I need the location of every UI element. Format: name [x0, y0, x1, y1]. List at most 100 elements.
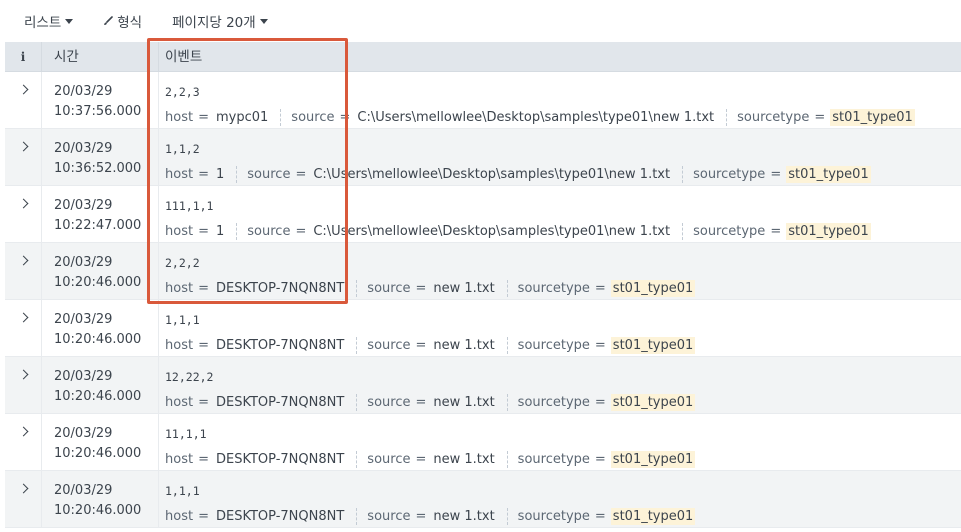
event-fields: host = DESKTOP-7NQN8NT source = new 1.tx…	[165, 278, 961, 298]
field-equals: =	[198, 166, 209, 182]
event-fields: host = DESKTOP-7NQN8NT source = new 1.tx…	[165, 335, 961, 355]
field-equals: =	[594, 508, 606, 524]
sourcetype-field: sourcetype = st01_type01	[506, 336, 696, 354]
time-column-header[interactable]: 시간	[41, 41, 158, 72]
source-value[interactable]: new 1.txt	[431, 337, 496, 354]
sourcetype-field: sourcetype = st01_type01	[726, 108, 915, 126]
chevron-right-icon[interactable]	[18, 84, 28, 95]
list-view-dropdown[interactable]: 리스트	[24, 11, 74, 31]
field-key: source	[291, 109, 335, 125]
event-time: 10:20:46.000	[54, 332, 142, 347]
source-value[interactable]: new 1.txt	[431, 280, 496, 297]
event-cell: 1,1,1 host = DESKTOP-7NQN8NT source = ne…	[158, 300, 961, 356]
chevron-right-icon[interactable]	[18, 198, 28, 209]
per-page-dropdown[interactable]: 페이지당 20개	[172, 11, 268, 31]
raw-event-text[interactable]: 2,2,2	[165, 254, 961, 272]
time-cell: 20/03/29 10:22:47.000	[41, 186, 158, 242]
raw-event-text[interactable]: 11,1,1	[165, 425, 961, 443]
list-view-label: 리스트	[24, 15, 62, 31]
field-equals: =	[415, 337, 427, 353]
event-date: 20/03/29	[54, 141, 113, 156]
field-equals: =	[594, 280, 606, 296]
raw-event-text[interactable]: 1,1,1	[165, 311, 961, 329]
field-equals: =	[594, 451, 606, 467]
host-value[interactable]: DESKTOP-7NQN8NT	[214, 337, 346, 354]
sourcetype-value[interactable]: st01_type01	[786, 165, 871, 183]
chevron-right-icon[interactable]	[18, 369, 28, 380]
host-value[interactable]: mypc01	[214, 109, 270, 126]
field-equals: =	[415, 508, 427, 524]
sourcetype-value[interactable]: st01_type01	[610, 279, 696, 297]
source-field: source = C:\Users\mellowlee\Desktop\samp…	[236, 165, 672, 183]
field-equals: =	[814, 109, 826, 125]
event-time: 10:22:47.000	[54, 218, 142, 233]
field-equals: =	[770, 166, 782, 182]
field-key: host	[165, 223, 194, 239]
per-page-label: 페이지당 20개	[172, 15, 256, 31]
host-value[interactable]: DESKTOP-7NQN8NT	[214, 280, 346, 297]
table-header: i 시간 이벤트	[5, 41, 961, 72]
host-value[interactable]: DESKTOP-7NQN8NT	[214, 508, 346, 525]
row-expand-cell	[5, 186, 41, 242]
raw-event-text[interactable]: 1,1,2	[165, 140, 961, 158]
time-cell: 20/03/29 10:20:46.000	[41, 414, 158, 470]
caret-down-icon	[65, 19, 74, 24]
host-value[interactable]: 1	[214, 223, 226, 240]
field-key: sourcetype	[517, 280, 590, 296]
raw-event-text[interactable]: 111,1,1	[165, 197, 961, 215]
raw-event-text[interactable]: 1,1,1	[165, 482, 961, 500]
field-equals: =	[198, 223, 209, 239]
event-date: 20/03/29	[54, 426, 113, 441]
sourcetype-value[interactable]: st01_type01	[830, 108, 915, 126]
raw-event-text[interactable]: 2,2,3	[165, 83, 961, 101]
table-row: 20/03/29 10:36:52.000 1,1,2 host = 1 sou…	[5, 129, 961, 186]
source-field: source = new 1.txt	[356, 507, 496, 525]
format-button[interactable]: 형식	[103, 11, 142, 31]
source-value[interactable]: C:\Users\mellowlee\Desktop\samples\type0…	[311, 166, 672, 183]
sourcetype-value[interactable]: st01_type01	[610, 393, 696, 411]
source-value[interactable]: C:\Users\mellowlee\Desktop\samples\type0…	[355, 109, 716, 126]
event-fields: host = mypc01 source = C:\Users\mellowle…	[165, 107, 961, 127]
chevron-right-icon[interactable]	[18, 141, 28, 152]
table-row: 20/03/29 10:20:46.000 11,1,1 host = DESK…	[5, 414, 961, 471]
field-equals: =	[295, 223, 307, 239]
event-fields: host = DESKTOP-7NQN8NT source = new 1.tx…	[165, 449, 961, 469]
time-cell: 20/03/29 10:37:56.000	[41, 72, 158, 128]
sourcetype-value[interactable]: st01_type01	[786, 222, 871, 240]
event-date: 20/03/29	[54, 84, 113, 99]
host-value[interactable]: DESKTOP-7NQN8NT	[214, 451, 346, 468]
field-equals: =	[198, 394, 209, 410]
field-equals: =	[415, 451, 427, 467]
sourcetype-field: sourcetype = st01_type01	[506, 507, 696, 525]
field-equals: =	[295, 166, 307, 182]
source-value[interactable]: new 1.txt	[431, 394, 496, 411]
sourcetype-value[interactable]: st01_type01	[610, 450, 696, 468]
table-row: 20/03/29 10:37:56.000 2,2,3 host = mypc0…	[5, 72, 961, 129]
event-cell: 1,1,1 host = DESKTOP-7NQN8NT source = ne…	[158, 471, 961, 527]
chevron-right-icon[interactable]	[18, 483, 28, 494]
chevron-right-icon[interactable]	[18, 426, 28, 437]
source-value[interactable]: new 1.txt	[431, 508, 496, 525]
field-key: host	[165, 337, 194, 353]
source-value[interactable]: new 1.txt	[431, 451, 496, 468]
chevron-right-icon[interactable]	[18, 255, 28, 266]
raw-event-text[interactable]: 12,22,2	[165, 368, 961, 386]
table-row: 20/03/29 10:20:46.000 2,2,2 host = DESKT…	[5, 243, 961, 300]
event-fields: host = 1 source = C:\Users\mellowlee\Des…	[165, 221, 961, 241]
caret-down-icon	[259, 19, 268, 24]
event-time: 10:20:46.000	[54, 389, 142, 404]
source-value[interactable]: C:\Users\mellowlee\Desktop\samples\type0…	[311, 223, 672, 240]
sourcetype-value[interactable]: st01_type01	[610, 507, 696, 525]
host-field: host = mypc01	[165, 109, 270, 126]
sourcetype-field: sourcetype = st01_type01	[506, 279, 696, 297]
host-value[interactable]: 1	[214, 166, 226, 183]
field-key: host	[165, 394, 194, 410]
host-value[interactable]: DESKTOP-7NQN8NT	[214, 394, 346, 411]
event-cell: 111,1,1 host = 1 source = C:\Users\mello…	[158, 186, 961, 242]
row-expand-cell	[5, 471, 41, 527]
chevron-right-icon[interactable]	[18, 312, 28, 323]
time-cell: 20/03/29 10:20:46.000	[41, 357, 158, 413]
field-key: host	[165, 508, 194, 524]
sourcetype-value[interactable]: st01_type01	[610, 336, 696, 354]
table-row: 20/03/29 10:20:46.000 1,1,1 host = DESKT…	[5, 300, 961, 357]
